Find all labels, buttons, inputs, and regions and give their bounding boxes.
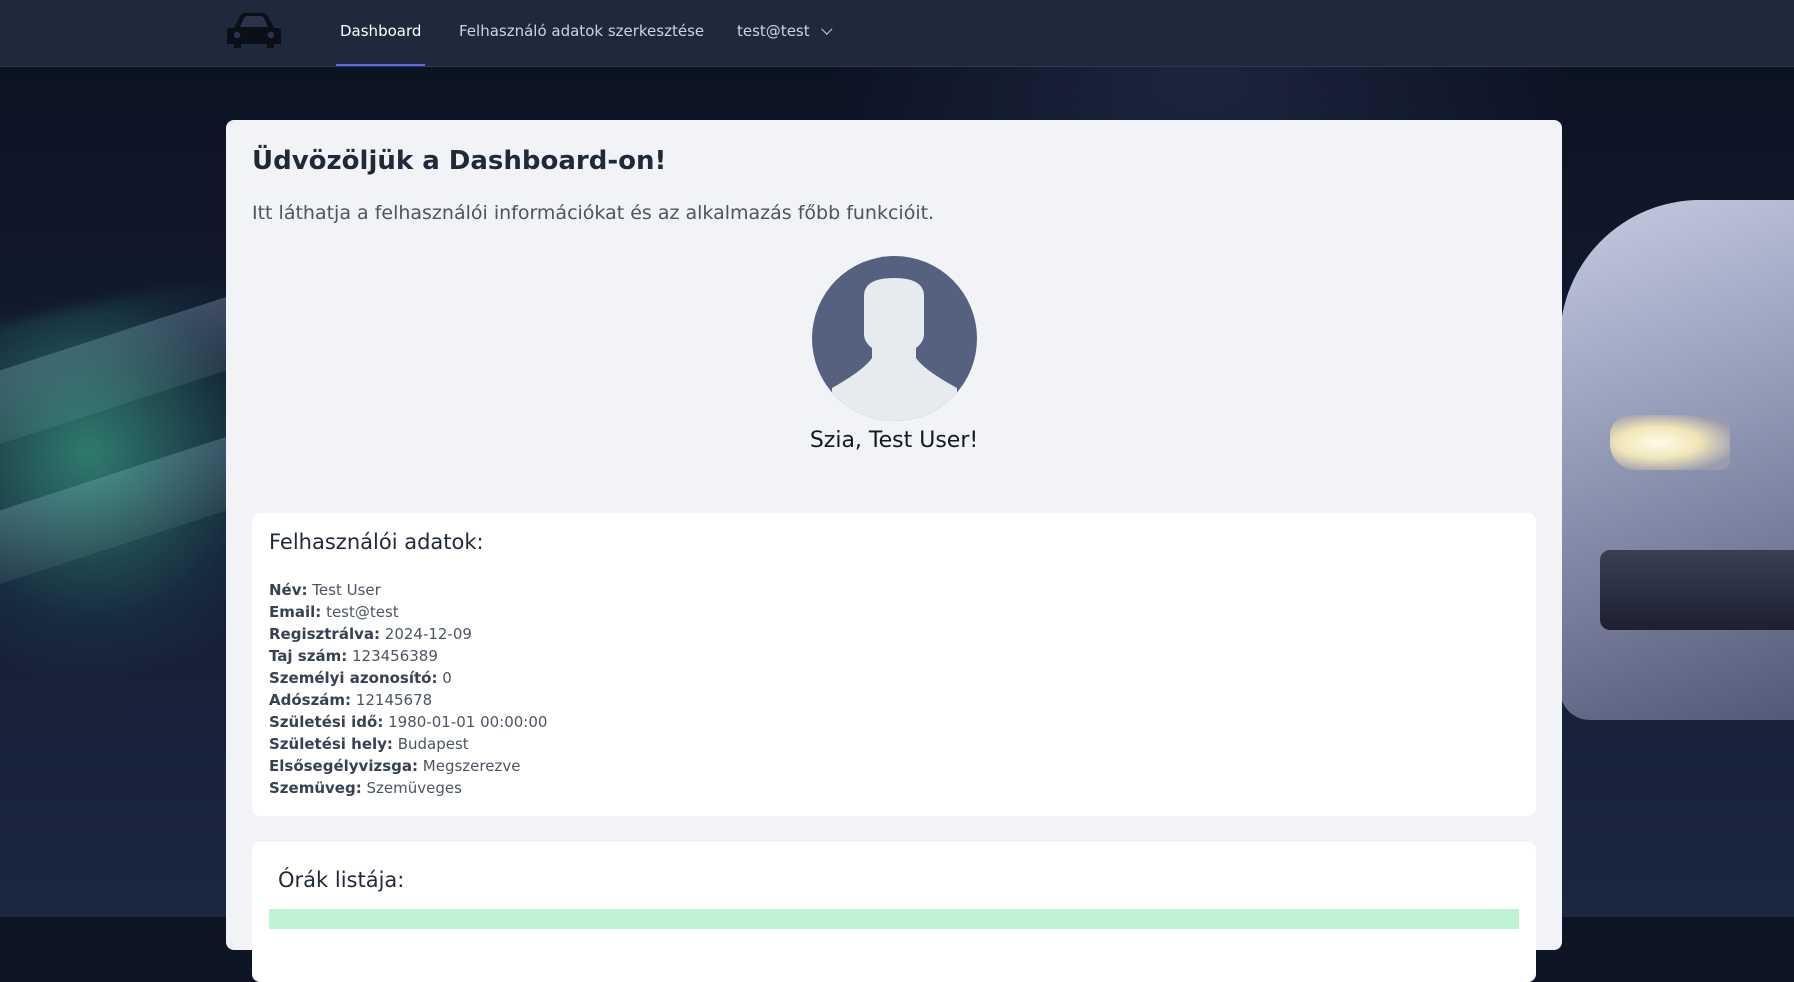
car-grille: [1600, 550, 1794, 630]
field-value: Megszerezve: [422, 757, 521, 775]
page-title: Üdvözöljük a Dashboard-on!: [252, 146, 667, 176]
user-info-title: Felhasználói adatok:: [269, 530, 484, 554]
lessons-card: Órák listája:: [252, 842, 1536, 982]
field-label: Születési idő:: [269, 713, 384, 731]
page-subtitle: Itt láthatja a felhasználói információka…: [252, 202, 935, 224]
user-info-list: Név: Test User Email: test@test Regisztr…: [269, 579, 547, 799]
dashboard-card: Üdvözöljük a Dashboard-on! Itt láthatja …: [226, 120, 1562, 982]
chevron-down-icon: [821, 23, 833, 35]
car-icon[interactable]: [224, 10, 284, 52]
car-illustration: [1560, 200, 1794, 720]
info-row-registered: Regisztrálva: 2024-12-09: [269, 623, 547, 645]
info-row-birthdate: Születési idő: 1980-01-01 00:00:00: [269, 711, 547, 733]
top-navbar: Dashboard Felhasználó adatok szerkesztés…: [0, 0, 1794, 67]
field-label: Szemüveg:: [269, 779, 362, 797]
info-row-id: Személyi azonosító: 0: [269, 667, 547, 689]
headlight: [1610, 415, 1730, 470]
info-row-firstaid: Elsősegélyvizsga: Megszerezve: [269, 755, 547, 777]
field-label: Email:: [269, 603, 322, 621]
field-label: Személyi azonosító:: [269, 669, 438, 687]
nav-edit-profile-label: Felhasználó adatok szerkesztése: [459, 22, 705, 40]
greeting-text: Szia, Test User!: [809, 428, 979, 453]
info-row-birthplace: Születési hely: Budapest: [269, 733, 547, 755]
info-row-tax: Adószám: 12145678: [269, 689, 547, 711]
field-label: Regisztrálva:: [269, 625, 380, 643]
user-menu-label: test@test: [737, 22, 810, 40]
info-row-name: Név: Test User: [269, 579, 547, 601]
field-label: Adószám:: [269, 691, 352, 709]
field-value: Budapest: [397, 735, 469, 753]
field-value: test@test: [326, 603, 399, 621]
field-value: Test User: [312, 581, 381, 599]
nav-dashboard[interactable]: Dashboard: [335, 0, 426, 66]
field-value: Szemüveges: [366, 779, 462, 797]
info-row-taj: Taj szám: 123456389: [269, 645, 547, 667]
nav-edit-profile[interactable]: Felhasználó adatok szerkesztése: [459, 0, 704, 66]
field-value: 12145678: [355, 691, 433, 709]
field-label: Taj szám:: [269, 647, 348, 665]
info-row-glasses: Szemüveg: Szemüveges: [269, 777, 547, 799]
field-label: Név:: [269, 581, 308, 599]
lessons-list-row: [269, 909, 1519, 929]
field-value: 0: [442, 669, 452, 687]
lessons-title: Órák listája:: [278, 868, 405, 892]
info-row-email: Email: test@test: [269, 601, 547, 623]
field-label: Elsősegélyvizsga:: [269, 757, 418, 775]
user-menu-dropdown[interactable]: test@test: [737, 0, 833, 66]
field-value: 2024-12-09: [384, 625, 472, 643]
field-label: Születési hely:: [269, 735, 393, 753]
nav-dashboard-label: Dashboard: [340, 22, 422, 40]
user-silhouette-icon: [812, 256, 977, 421]
field-value: 1980-01-01 00:00:00: [388, 713, 548, 731]
field-value: 123456389: [351, 647, 438, 665]
user-info-card: Felhasználói adatok: Név: Test User Emai…: [252, 513, 1536, 816]
